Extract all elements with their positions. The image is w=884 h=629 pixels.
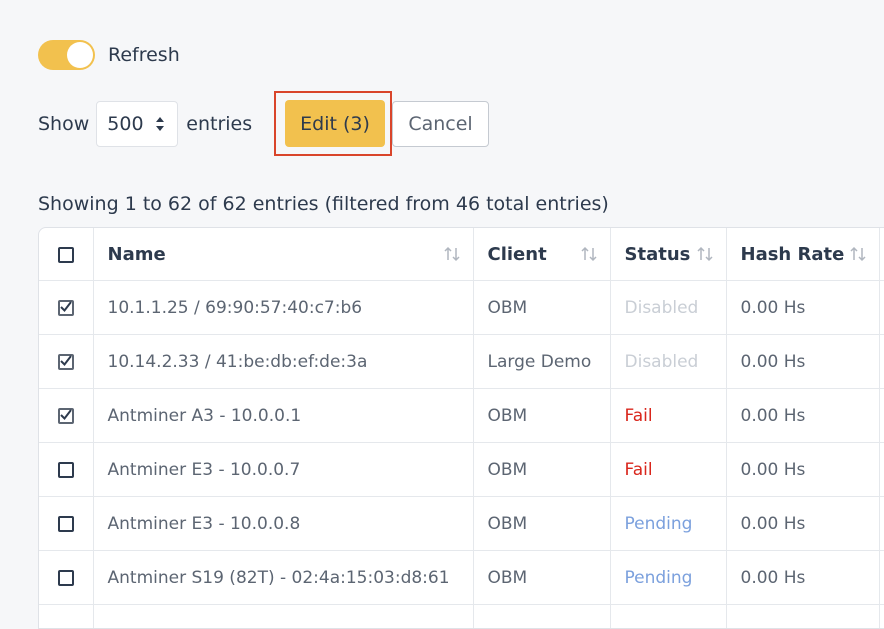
- check-icon: [60, 300, 72, 314]
- column-header-hash-rate[interactable]: Hash Rate: [726, 228, 879, 281]
- cell-client: OBM: [473, 389, 610, 443]
- cell-overflow: [879, 389, 884, 443]
- row-select-cell: [39, 389, 93, 443]
- cell-overflow: [879, 551, 884, 605]
- cell-status: Fail: [610, 389, 726, 443]
- cell-overflow: [879, 281, 884, 335]
- cell-status: Disabled: [610, 281, 726, 335]
- table-row[interactable]: 10.14.2.33 / 41:be:db:ef:de:3aLarge Demo…: [39, 335, 884, 389]
- table-header-row: Name Client Status Hash Rate: [39, 228, 884, 281]
- cell-client: OBM: [473, 551, 610, 605]
- cell-overflow: [879, 497, 884, 551]
- cell-status: Pending: [610, 497, 726, 551]
- cell-hash-rate: 0.00 Hs: [726, 497, 879, 551]
- row-select-cell: [39, 551, 93, 605]
- cell-client: OBM: [473, 443, 610, 497]
- cell-hash-rate: 0.00 Hs: [726, 551, 879, 605]
- column-header-label: Status: [625, 244, 691, 265]
- select-all-cell: [39, 228, 93, 281]
- cell-client: OBM: [473, 281, 610, 335]
- miners-table: Name Client Status Hash Rate 10.1.1.25 /…: [38, 227, 884, 629]
- row-select-cell: [39, 281, 93, 335]
- cell-status: Pending: [610, 551, 726, 605]
- entries-per-page-value: 500: [107, 113, 143, 135]
- cell-name: 10.14.2.33 / 41:be:db:ef:de:3a: [93, 335, 473, 389]
- check-icon: [60, 354, 72, 368]
- cell-hash-rate: 0.00 Hs: [726, 389, 879, 443]
- table-row[interactable]: Antminer E3 - 10.0.0.8OBMPending0.00 Hs: [39, 497, 884, 551]
- table-info: Showing 1 to 62 of 62 entries (filtered …: [38, 193, 609, 215]
- select-all-checkbox[interactable]: [58, 247, 74, 263]
- column-header-label: Name: [108, 244, 166, 265]
- table-row[interactable]: Antminer E3 - 10.0.0.7OBMFail0.00 Hs: [39, 443, 884, 497]
- column-header-status[interactable]: Status: [610, 228, 726, 281]
- row-select-cell: [39, 443, 93, 497]
- cell-name: Antminer S19 (82T) - 02:4a:15:03:d8:61: [93, 551, 473, 605]
- edit-button[interactable]: Edit (3): [285, 100, 385, 147]
- column-header-overflow: [879, 228, 884, 281]
- length-control: Show 500 entries: [38, 100, 252, 148]
- row-checkbox[interactable]: [58, 354, 74, 370]
- column-header-name[interactable]: Name: [93, 228, 473, 281]
- row-checkbox[interactable]: [58, 408, 74, 424]
- refresh-toggle-row: Refresh: [38, 40, 180, 70]
- table-row-partial: [39, 605, 884, 629]
- sort-icon: [849, 246, 867, 262]
- table-row[interactable]: 10.1.1.25 / 69:90:57:40:c7:b6OBMDisabled…: [39, 281, 884, 335]
- table-row[interactable]: Antminer S19 (82T) - 02:4a:15:03:d8:61OB…: [39, 551, 884, 605]
- check-icon: [60, 408, 72, 422]
- cancel-button[interactable]: Cancel: [392, 101, 489, 147]
- show-label: Show: [38, 113, 89, 135]
- row-select-cell: [39, 497, 93, 551]
- sort-arrows-icon: [155, 115, 165, 133]
- cell-name: Antminer E3 - 10.0.0.8: [93, 497, 473, 551]
- refresh-toggle[interactable]: [38, 40, 95, 70]
- row-select-cell: [39, 335, 93, 389]
- row-checkbox[interactable]: [58, 570, 74, 586]
- cell-status: Disabled: [610, 335, 726, 389]
- cell-hash-rate: 0.00 Hs: [726, 443, 879, 497]
- row-checkbox[interactable]: [58, 462, 74, 478]
- toggle-knob: [67, 42, 93, 68]
- sort-icon: [696, 246, 714, 262]
- table-row[interactable]: Antminer A3 - 10.0.0.1OBMFail0.00 Hs: [39, 389, 884, 443]
- row-checkbox[interactable]: [58, 300, 74, 316]
- cell-overflow: [879, 335, 884, 389]
- entries-label: entries: [186, 113, 252, 135]
- cell-name: 10.1.1.25 / 69:90:57:40:c7:b6: [93, 281, 473, 335]
- cell-name: Antminer E3 - 10.0.0.7: [93, 443, 473, 497]
- column-header-label: Hash Rate: [741, 244, 845, 265]
- cell-overflow: [879, 443, 884, 497]
- column-header-label: Client: [488, 244, 547, 265]
- sort-icon: [443, 246, 461, 262]
- cell-name: Antminer A3 - 10.0.0.1: [93, 389, 473, 443]
- cell-client: OBM: [473, 497, 610, 551]
- refresh-label: Refresh: [108, 44, 180, 66]
- column-header-client[interactable]: Client: [473, 228, 610, 281]
- cell-hash-rate: 0.00 Hs: [726, 335, 879, 389]
- cell-client: Large Demo: [473, 335, 610, 389]
- cell-status: Fail: [610, 443, 726, 497]
- cell-hash-rate: 0.00 Hs: [726, 281, 879, 335]
- entries-per-page-select[interactable]: 500: [96, 101, 178, 147]
- row-checkbox[interactable]: [58, 516, 74, 532]
- sort-icon: [580, 246, 598, 262]
